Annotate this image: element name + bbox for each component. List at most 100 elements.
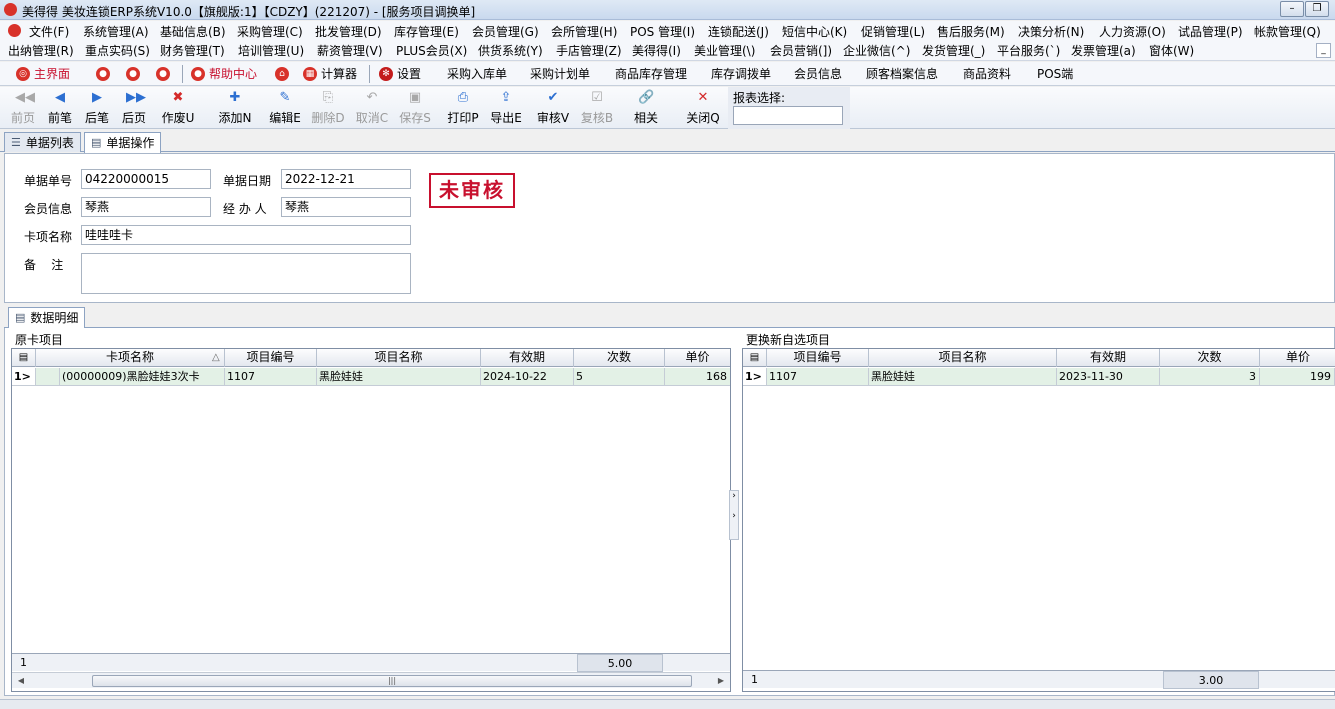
menu-item-r2-6[interactable]: 供货系统(Y): [478, 42, 543, 60]
home-link[interactable]: ◎ 主界面: [16, 65, 70, 83]
menu-item-r2-12[interactable]: 发货管理(_): [922, 42, 985, 60]
member-field[interactable]: 琴燕: [81, 197, 211, 217]
menu-item-r2-14[interactable]: 发票管理(a): [1071, 42, 1136, 60]
toolbar-button-15[interactable]: ✕ 关闭Q: [682, 90, 724, 128]
left-header-2[interactable]: 项目编号: [225, 349, 317, 367]
doc-date-field[interactable]: 2022-12-21: [281, 169, 411, 189]
report-select[interactable]: [733, 106, 843, 125]
quick-link-0[interactable]: 采购入库单: [447, 65, 507, 83]
left-header-6[interactable]: 单价: [665, 349, 730, 367]
menu-app-icon[interactable]: [8, 24, 21, 37]
quick-link-3[interactable]: 库存调拨单: [711, 65, 771, 83]
menu-item-r1-3[interactable]: 采购管理(C): [237, 23, 303, 41]
menu-item-r2-3[interactable]: 培训管理(U): [238, 42, 304, 60]
right-header-5[interactable]: 单价: [1260, 349, 1335, 367]
quick-link-4[interactable]: 会员信息: [794, 65, 842, 83]
menu-item-r1-12[interactable]: 售后服务(M): [937, 23, 1005, 41]
menu-item-r2-11[interactable]: 企业微信(^): [843, 42, 910, 60]
menu-item-r1-5[interactable]: 库存管理(E): [394, 23, 459, 41]
right-header-2[interactable]: 项目名称: [869, 349, 1057, 367]
left-header-5[interactable]: 次数: [574, 349, 665, 367]
toolbar-button-2[interactable]: ▶ 后笔: [76, 90, 118, 128]
quick-link-2[interactable]: 商品库存管理: [615, 65, 687, 83]
menu-item-r1-9[interactable]: 连锁配送(J): [708, 23, 769, 41]
left-header-3[interactable]: 项目名称: [317, 349, 481, 367]
card-field[interactable]: 哇哇哇卡: [81, 225, 411, 245]
menu-item-r2-7[interactable]: 手店管理(Z): [556, 42, 622, 60]
help-center-link[interactable]: ● 帮助中心: [191, 65, 257, 83]
menu-item-r2-15[interactable]: 窗体(W): [1149, 42, 1194, 60]
tab-document-list[interactable]: ☰ 单据列表: [4, 132, 81, 152]
toolbar-button-8[interactable]: ↶ 取消C: [351, 90, 393, 128]
lock-shortcut[interactable]: ●: [96, 65, 114, 83]
tab-data-detail[interactable]: ▤ 数据明细: [8, 307, 86, 328]
menu-item-r1-7[interactable]: 会所管理(H): [551, 23, 617, 41]
right-header-4[interactable]: 次数: [1160, 349, 1260, 367]
menu-item-r2-1[interactable]: 重点实码(S): [85, 42, 150, 60]
alert-shortcut[interactable]: ●: [156, 65, 174, 83]
tab-document-operation[interactable]: ▤ 单据操作: [84, 132, 162, 153]
right-header-0[interactable]: ▤: [743, 349, 767, 367]
table-row[interactable]: 1> 1107 黑脸娃娃 2023-11-30 3 199: [743, 368, 1335, 386]
menu-item-r2-0[interactable]: 出纳管理(R): [8, 42, 74, 60]
menu-item-r1-0[interactable]: 文件(F): [29, 23, 69, 41]
menu-item-r2-4[interactable]: 薪资管理(V): [317, 42, 383, 60]
right-header-3[interactable]: 有效期: [1057, 349, 1160, 367]
toolbar-button-14[interactable]: 🔗 相关: [625, 90, 667, 128]
home-shortcut[interactable]: ⌂: [275, 65, 293, 83]
minimize-button[interactable]: –: [1280, 1, 1304, 17]
menu-item-r1-13[interactable]: 决策分析(N): [1018, 23, 1084, 41]
toolbar-button-9[interactable]: ▣ 保存S: [394, 90, 436, 128]
toolbar-button-5[interactable]: ✚ 添加N: [214, 90, 256, 128]
menu-item-r1-15[interactable]: 试品管理(P): [1178, 23, 1243, 41]
left-header-1[interactable]: 卡项名称: [36, 349, 225, 367]
toolbar-button-11[interactable]: ⇪ 导出E: [485, 90, 527, 128]
toolbar-button-3[interactable]: ▶▶ 后页: [113, 90, 155, 128]
original-items-grid[interactable]: ▤ 卡项名称 项目编号 项目名称 有效期 次数 单价 △ 1> (00000009)黑脸娃娃3次…: [11, 348, 731, 692]
menu-item-r1-11[interactable]: 促销管理(L): [861, 23, 925, 41]
scroll-right-icon[interactable]: ▶: [714, 675, 728, 687]
toolbar-button-10[interactable]: ⎙ 打印P: [442, 90, 484, 128]
toolbar-button-13[interactable]: ☑ 复核B: [576, 90, 618, 128]
menu-item-r2-10[interactable]: 会员营销(]): [770, 42, 832, 60]
menu-item-r2-8[interactable]: 美得得(I): [632, 42, 681, 60]
mdi-minimize-button[interactable]: _: [1316, 43, 1331, 58]
menu-item-r2-5[interactable]: PLUS会员(X): [396, 42, 467, 60]
handler-field[interactable]: 琴燕: [281, 197, 411, 217]
menu-item-r1-16[interactable]: 帐款管理(Q): [1254, 23, 1321, 41]
quick-link-1[interactable]: 采购计划单: [530, 65, 590, 83]
calculator-link[interactable]: ▦ 计算器: [303, 65, 357, 83]
remark-field[interactable]: [81, 253, 411, 294]
restore-button[interactable]: ❐: [1305, 1, 1329, 17]
quick-link-6[interactable]: 商品资料: [963, 65, 1011, 83]
toolbar-button-1[interactable]: ◀ 前笔: [39, 90, 81, 128]
settings-link[interactable]: ✻ 设置: [379, 65, 421, 83]
menu-item-r1-10[interactable]: 短信中心(K): [782, 23, 847, 41]
left-header-0[interactable]: ▤: [12, 349, 36, 367]
new-items-grid[interactable]: ▤ 项目编号 项目名称 有效期 次数 单价 1> 1107 黑脸娃娃 2023-11-30 3 19…: [742, 348, 1335, 692]
menu-item-r2-9[interactable]: 美业管理(\): [694, 42, 755, 60]
menu-item-r1-2[interactable]: 基础信息(B): [160, 23, 226, 41]
menu-item-r1-6[interactable]: 会员管理(G): [472, 23, 539, 41]
horizontal-scrollbar[interactable]: ◀ ||| ▶: [12, 672, 730, 688]
toolbar-button-6[interactable]: ✎ 编辑E: [264, 90, 306, 128]
menu-item-r1-4[interactable]: 批发管理(D): [315, 23, 382, 41]
table-row[interactable]: 1> (00000009)黑脸娃娃3次卡 1107 黑脸娃娃 2024-10-22 5 16…: [12, 368, 730, 386]
toolbar-button-4[interactable]: ✖ 作废U: [157, 90, 199, 128]
panel-splitter[interactable]: › ›: [729, 490, 739, 540]
chat-shortcut[interactable]: ●: [126, 65, 144, 83]
quick-link-5[interactable]: 顾客档案信息: [866, 65, 938, 83]
doc-no-field[interactable]: 04220000015: [81, 169, 211, 189]
menu-item-r2-2[interactable]: 财务管理(T): [160, 42, 225, 60]
scroll-left-icon[interactable]: ◀: [14, 675, 28, 687]
quick-link-7[interactable]: POS端: [1037, 65, 1073, 83]
toolbar-button-12[interactable]: ✔ 审核V: [532, 90, 574, 128]
right-header-1[interactable]: 项目编号: [767, 349, 869, 367]
menu-item-r1-14[interactable]: 人力资源(O): [1099, 23, 1166, 41]
toolbar-button-0[interactable]: ◀◀ 前页: [2, 90, 44, 128]
scroll-thumb[interactable]: |||: [92, 675, 692, 687]
toolbar-button-7[interactable]: ⎘ 删除D: [307, 90, 349, 128]
left-header-4[interactable]: 有效期: [481, 349, 574, 367]
menu-item-r1-8[interactable]: POS 管理(I): [630, 23, 695, 41]
menu-item-r1-1[interactable]: 系统管理(A): [83, 23, 149, 41]
